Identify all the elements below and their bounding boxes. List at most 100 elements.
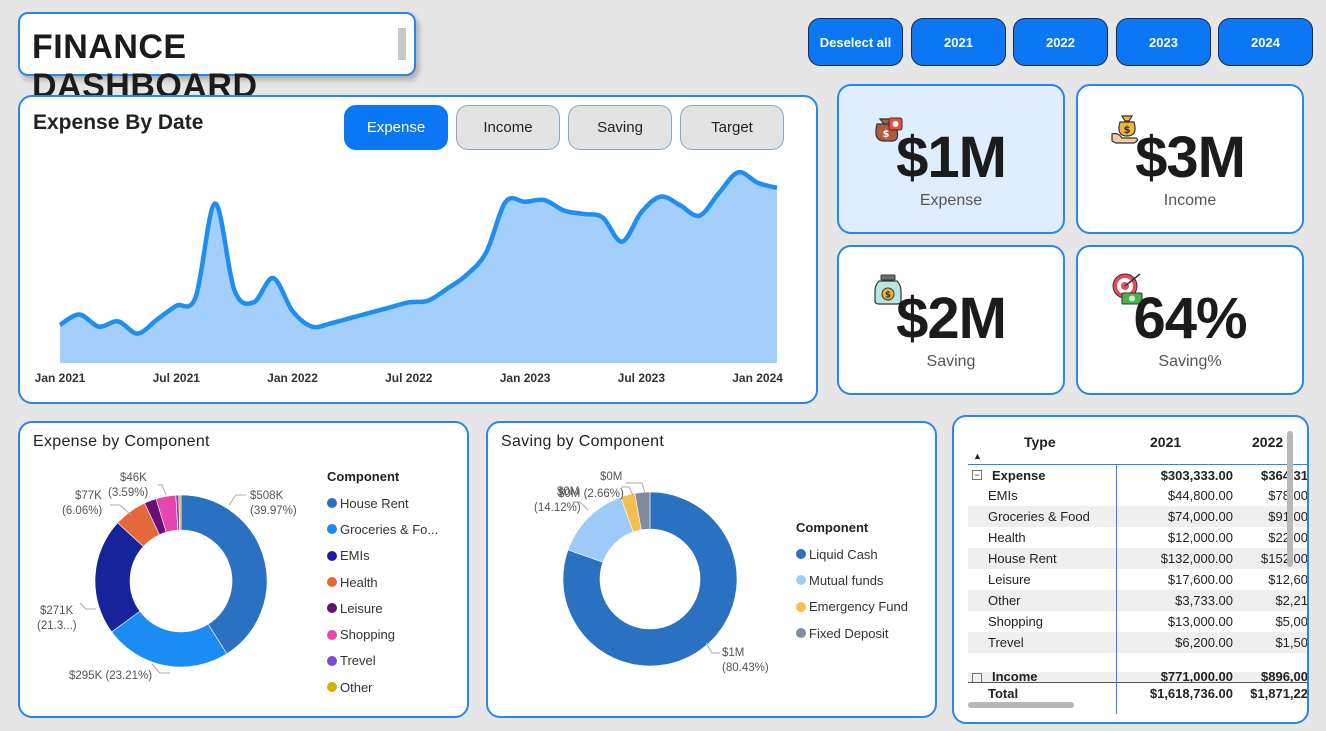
legend-item[interactable]: House Rent bbox=[327, 490, 438, 516]
deselect-all-button[interactable]: Deselect all bbox=[808, 18, 903, 66]
table-row[interactable]: Other $3,733.00 $2,21 bbox=[968, 590, 1307, 611]
legend-item[interactable]: Mutual funds bbox=[796, 567, 908, 593]
kpi-income-card[interactable]: $ $3M Income bbox=[1076, 84, 1304, 234]
column-header-type[interactable]: Type bbox=[1024, 434, 1056, 450]
legend-dot bbox=[327, 655, 337, 666]
cell-2021: $3,733.00 bbox=[1175, 593, 1233, 608]
legend-dot bbox=[327, 524, 337, 535]
cell-2021: $6,200.00 bbox=[1175, 635, 1233, 650]
legend-dot bbox=[327, 498, 337, 509]
title-cursor bbox=[398, 28, 406, 60]
legend-label: Mutual funds bbox=[809, 572, 884, 588]
row-label: Expense bbox=[992, 467, 1046, 483]
leader-line bbox=[626, 482, 646, 494]
legend-item[interactable]: Shopping bbox=[327, 621, 438, 647]
column-header-2022[interactable]: 2022 bbox=[1252, 434, 1283, 450]
data-label: $508K bbox=[250, 490, 284, 502]
saving-toggle-button[interactable]: Saving bbox=[568, 105, 672, 150]
data-label: (3.59%) bbox=[108, 487, 148, 499]
kpi-label: Income bbox=[1163, 192, 1217, 209]
table-row[interactable]: Trevel $6,200.00 $1,50 bbox=[968, 632, 1308, 653]
data-label: $271K bbox=[40, 605, 74, 617]
row-label: Shopping bbox=[988, 614, 1043, 629]
vertical-scrollbar[interactable] bbox=[1287, 431, 1293, 567]
legend-dot bbox=[796, 575, 806, 586]
kpi-expense-card[interactable]: $ $1M Expense bbox=[837, 84, 1065, 234]
legend-item[interactable]: Liquid Cash bbox=[796, 541, 908, 567]
legend-item[interactable]: Other bbox=[327, 674, 438, 700]
expand-icon[interactable] bbox=[972, 672, 982, 682]
table-row[interactable]: Leisure $17,600.00 $12,60 bbox=[968, 569, 1307, 590]
legend-item[interactable]: Emergency Fund bbox=[796, 594, 908, 620]
leader-line bbox=[158, 484, 167, 496]
table-row[interactable]: Groceries & Food $74,000.00 $91,00 bbox=[968, 506, 1307, 527]
leader-line bbox=[79, 602, 96, 610]
income-toggle-button[interactable]: Income bbox=[456, 105, 560, 150]
column-header-2021[interactable]: 2021 bbox=[1150, 434, 1181, 450]
legend-label: Trevel bbox=[340, 653, 376, 669]
table-row[interactable]: House Rent $132,000.00 $152,00 bbox=[968, 548, 1307, 569]
table-row-group[interactable]: − Expense $303,333.00 $364,31 bbox=[968, 464, 1307, 485]
x-tick-label: Jan 2023 bbox=[500, 371, 551, 385]
legend-label: Health bbox=[340, 574, 378, 590]
kpi-label: Expense bbox=[919, 192, 983, 209]
kpi-saving-percent-card[interactable]: 64% Saving% bbox=[1076, 245, 1304, 395]
table-row[interactable]: Shopping $13,000.00 $5,00 bbox=[968, 611, 1307, 632]
legend-label: Emergency Fund bbox=[809, 599, 908, 615]
cell-2021: $771,000.00 bbox=[1160, 672, 1233, 682]
legend-item[interactable]: Groceries & Fo... bbox=[327, 516, 438, 542]
cell-2021: $12,000.00 bbox=[1167, 530, 1233, 545]
cell-2021: $44,800.00 bbox=[1167, 488, 1233, 503]
data-label: $295K (23.21%) bbox=[69, 670, 152, 682]
legend-item[interactable]: Health bbox=[327, 569, 438, 595]
cell-2022: $91,00 bbox=[1233, 509, 1307, 524]
legend-item[interactable]: Trevel bbox=[327, 648, 438, 674]
row-label: Income bbox=[992, 672, 1038, 682]
kpi-saving-card[interactable]: $ $2M Saving bbox=[837, 245, 1065, 395]
table-row[interactable]: Health $12,000.00 $22,00 bbox=[968, 527, 1307, 548]
legend-label: EMIs bbox=[340, 548, 370, 564]
legend-label: Liquid Cash bbox=[809, 546, 878, 562]
legend-dot bbox=[327, 550, 337, 561]
legend-dot bbox=[796, 628, 806, 639]
data-label: (39.97%) bbox=[250, 505, 297, 517]
table-row-group-partial[interactable]: Income $771,000.00 $896,00 bbox=[968, 672, 1308, 682]
legend-title: Component bbox=[327, 469, 400, 484]
saving-legend: Component Liquid Cash Mutual funds Emerg… bbox=[796, 520, 908, 646]
leader-line bbox=[228, 494, 246, 506]
sort-arrow-icon[interactable]: ▲ bbox=[973, 451, 982, 461]
saving-by-component-card: $1M (80.43%) $0M (14.12%) $0M (2.66%) $0M Sav… bbox=[486, 421, 937, 718]
donut-slice[interactable] bbox=[180, 494, 268, 655]
year-2024-button[interactable]: 2024 bbox=[1218, 18, 1313, 66]
legend-label: House Rent bbox=[340, 495, 409, 511]
cell-2021: $1,618,736.00 bbox=[1149, 685, 1233, 701]
cell-2022: $22,00 bbox=[1233, 530, 1307, 545]
type-year-matrix[interactable]: Type 2021 2022 ▲ − Expense $303,333.00 $… bbox=[952, 415, 1309, 724]
x-tick-label: Jan 2021 bbox=[35, 371, 86, 385]
cell-2021: $303,333.00 bbox=[1160, 467, 1233, 483]
expense-toggle-button[interactable]: Expense bbox=[344, 105, 448, 150]
legend-dot bbox=[796, 549, 806, 560]
row-label: Health bbox=[988, 530, 1026, 545]
legend-label: Other bbox=[340, 679, 373, 695]
collapse-icon[interactable]: − bbox=[972, 470, 982, 480]
legend-item[interactable]: Leisure bbox=[327, 595, 438, 621]
year-2023-button[interactable]: 2023 bbox=[1116, 18, 1211, 66]
expense-by-component-card: $508K (39.97%) $295K (23.21%) $271K (21.3...… bbox=[18, 421, 469, 718]
kpi-label: Saving bbox=[926, 353, 976, 370]
leader-line bbox=[705, 642, 720, 654]
year-2022-button[interactable]: 2022 bbox=[1013, 18, 1108, 66]
cell-2021: $17,600.00 bbox=[1167, 572, 1233, 587]
data-label: $0M (2.66%) bbox=[558, 488, 624, 500]
table-row[interactable]: EMIs $44,800.00 $78,00 bbox=[968, 485, 1307, 506]
x-tick-label: Jan 2022 bbox=[267, 371, 318, 385]
legend-item[interactable]: EMIs bbox=[327, 543, 438, 569]
legend-item[interactable]: Fixed Deposit bbox=[796, 620, 908, 646]
year-2021-button[interactable]: 2021 bbox=[911, 18, 1006, 66]
target-toggle-button[interactable]: Target bbox=[680, 105, 784, 150]
horizontal-scrollbar[interactable] bbox=[968, 702, 1074, 708]
legend-label: Fixed Deposit bbox=[809, 625, 889, 641]
cell-2022: $1,50 bbox=[1275, 635, 1308, 650]
cell-2022: $896,00 bbox=[1261, 672, 1308, 682]
kpi-value: $2M bbox=[896, 286, 1007, 351]
